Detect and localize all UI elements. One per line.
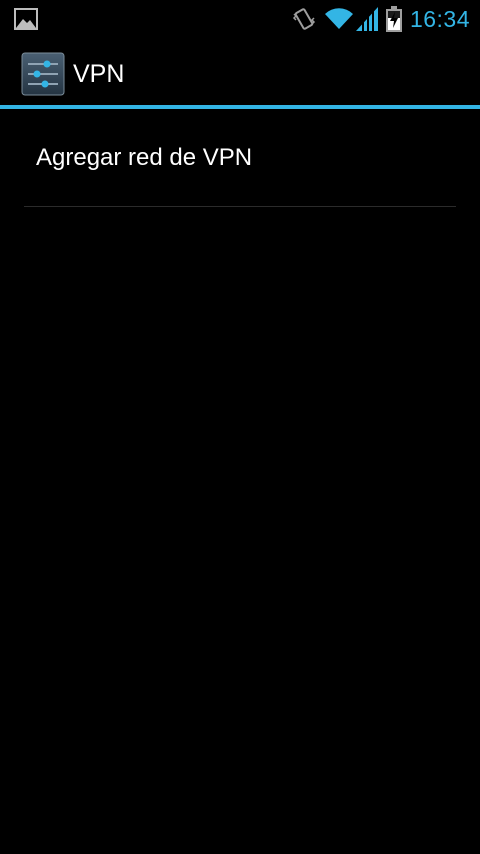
status-clock: 16:34 bbox=[409, 6, 470, 32]
settings-icon[interactable] bbox=[21, 52, 65, 96]
image-icon bbox=[14, 8, 38, 30]
status-bar: 16:34 bbox=[0, 0, 480, 38]
action-bar: VPN bbox=[0, 38, 480, 106]
add-vpn-network-item[interactable]: Agregar red de VPN bbox=[0, 109, 480, 206]
status-icons: 16:34 bbox=[292, 4, 470, 34]
screen: 16:34 VPN Agregar red de VPN bbox=[0, 0, 480, 854]
page-title: VPN bbox=[73, 60, 125, 88]
add-vpn-network-label: Agregar red de VPN bbox=[36, 144, 253, 171]
vpn-list: Agregar red de VPN bbox=[0, 109, 480, 206]
signal-icon bbox=[355, 7, 378, 31]
list-divider bbox=[24, 206, 456, 207]
wifi-icon bbox=[324, 8, 353, 30]
vibrate-icon bbox=[292, 8, 315, 30]
battery-charging-icon bbox=[385, 6, 402, 32]
